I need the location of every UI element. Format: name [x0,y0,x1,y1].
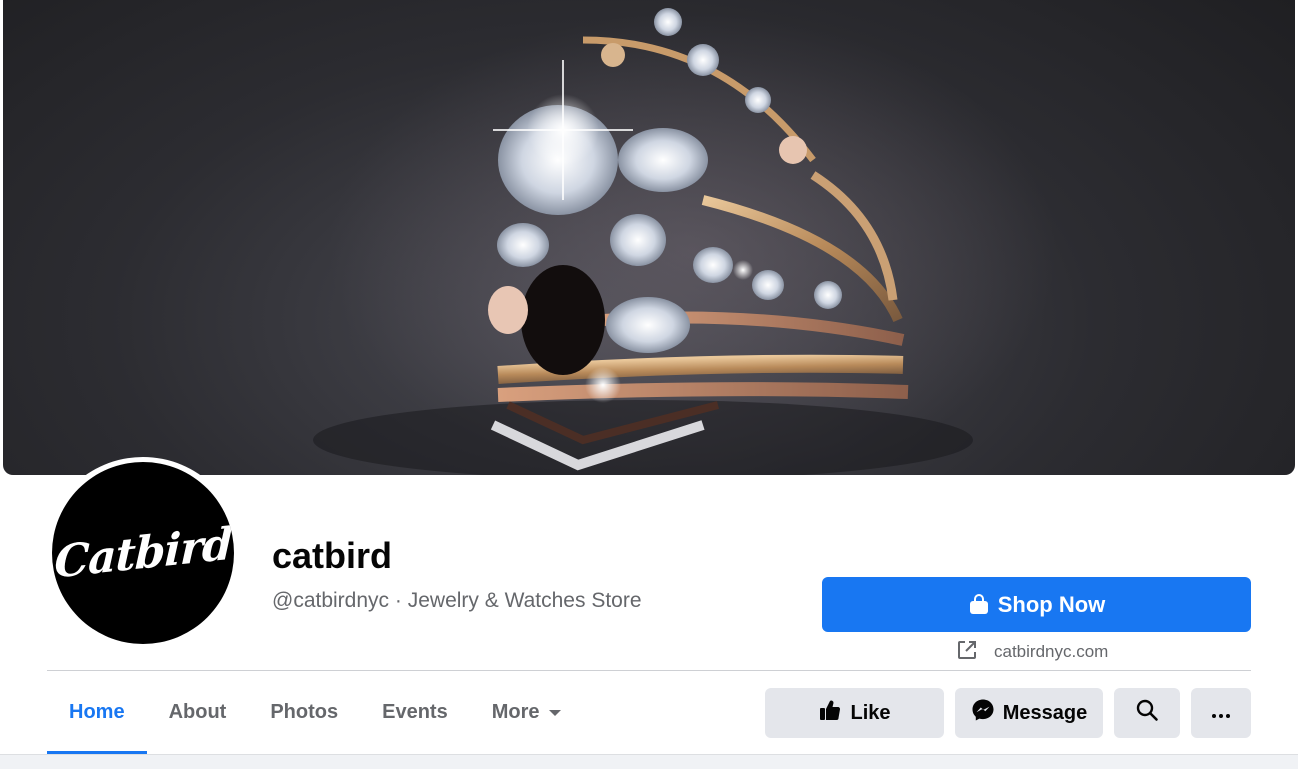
tab-events[interactable]: Events [360,671,470,754]
shopping-bag-icon [968,593,990,616]
cover-photo[interactable] [3,0,1295,475]
shop-now-button[interactable]: Shop Now [822,577,1251,632]
cover-photo-rings-image [313,8,973,475]
page-subtitle: @catbirdnyc · Jewelry & Watches Store [272,589,642,613]
catbird-logo: Catbird [53,517,233,589]
tab-about[interactable]: About [147,671,249,754]
search-icon [1135,698,1159,728]
tab-more-label: More [491,701,540,723]
tab-home-label: Home [69,701,125,723]
ellipsis-icon [1211,702,1231,725]
page-category[interactable]: Jewelry & Watches Store [408,589,642,612]
tab-photos[interactable]: Photos [248,671,360,754]
tab-events-label: Events [382,701,448,723]
caret-down-icon [548,701,562,724]
search-button[interactable] [1114,688,1180,738]
website-url: catbirdnyc.com [994,642,1109,661]
shop-now-label: Shop Now [997,591,1106,617]
tab-more[interactable]: More [470,671,584,754]
content-background [0,754,1298,769]
avatar[interactable]: Catbird [52,462,234,644]
external-link-icon [956,639,978,666]
tab-home[interactable]: Home [47,671,147,754]
like-label: Like [850,701,891,724]
message-button[interactable]: Message [955,688,1103,738]
message-label: Message [1002,701,1088,724]
messenger-icon [971,698,995,728]
like-button[interactable]: Like [765,688,944,738]
page-tabs: Home About Photos Events More [47,671,584,754]
website-link[interactable]: catbirdnyc.com [956,640,1108,664]
facebook-page-header: Catbird catbird @catbirdnyc · Jewelry & … [0,0,1298,769]
page-title: catbird [272,535,393,576]
separator-dot: · [394,589,402,612]
tab-about-label: About [168,701,227,723]
page-handle[interactable]: @catbirdnyc [272,589,389,612]
more-options-button[interactable] [1191,688,1251,738]
thumbs-up-icon [818,698,842,728]
tab-photos-label: Photos [270,701,339,723]
